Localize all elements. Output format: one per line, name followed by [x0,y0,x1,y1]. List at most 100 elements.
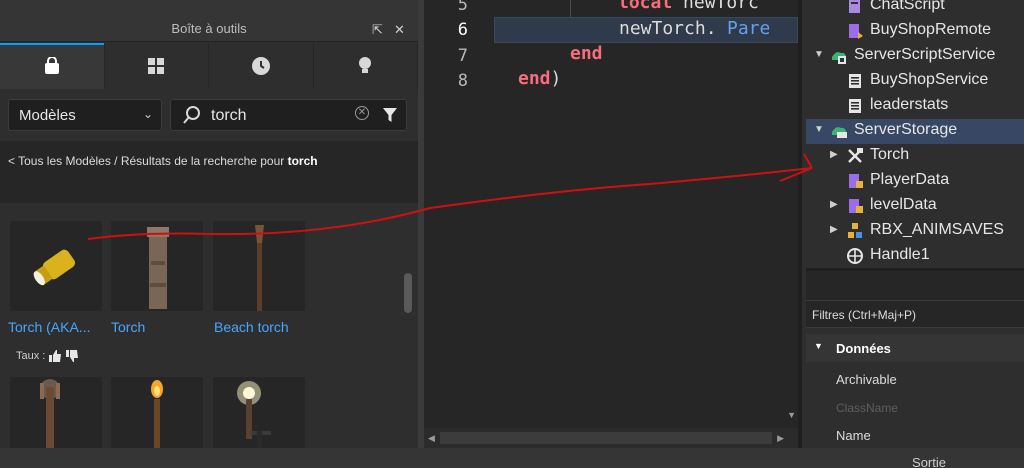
explorer-panel: ChatScript BuyShopRemote ▼ ServerScriptS… [798,0,1024,448]
code-line: end [570,43,798,69]
beach-torch-thumbnail [255,225,264,311]
results-grid: Torch (AKA... Torch Beach torch Taux : [0,203,418,448]
localscript-icon [849,0,860,13]
scroll-left-icon[interactable]: ◀ [428,433,435,444]
model-icon [848,223,862,238]
tree-node[interactable]: ▼ ServerScriptService [806,44,1024,69]
tree-node[interactable]: BuyShopRemote [806,19,1024,44]
result-tile[interactable] [10,377,102,448]
script-editor: 5 6 7 8 local newTorc newTorch. Pare end … [418,0,798,448]
tree-node[interactable]: ▶ levelData [806,194,1024,219]
tree-node-label: ServerStorage [854,121,958,138]
filter-icon[interactable] [383,107,397,123]
code-area[interactable]: local newTorc newTorch. Pare end end) [494,0,798,428]
tab-marketplace[interactable] [0,43,105,89]
explorer-tree: ChatScript BuyShopRemote ▼ ServerScriptS… [806,0,1024,268]
properties-header [806,268,1024,300]
category-dropdown[interactable]: Modèles ⌄ [8,99,162,131]
thumbs-down-icon[interactable] [65,349,79,363]
toolbox-header: Boîte à outils ⇱ ✕ [0,0,418,42]
property-name[interactable]: Archivable [836,372,897,387]
chevron-down-icon: ⌄ [142,107,153,121]
property-name[interactable]: ClassName [836,401,898,415]
tree-node[interactable]: ChatScript [806,0,1024,19]
tree-node-label: Handle1 [870,246,930,263]
tree-node[interactable]: BuyShopService [806,69,1024,94]
storage-icon [832,127,847,138]
tree-node-selected[interactable]: ▼ ServerStorage [806,119,1024,144]
studio-window: Boîte à outils ⇱ ✕ Modèles ⌄ torch ✕ < T… [0,0,1024,468]
clear-search-icon[interactable]: ✕ [355,106,369,120]
code-line: end) [518,68,798,94]
code-keyword: end [518,68,551,89]
code-text: newTorc [672,0,759,13]
grid-icon [148,58,165,74]
result-tile[interactable] [111,221,203,311]
current-line-highlight: newTorch. Pare [494,17,798,43]
tree-node[interactable]: ▶ RBX_ANIMSAVES [806,219,1024,244]
close-icon[interactable]: ✕ [394,22,405,38]
breadcrumb-query: torch [287,154,318,168]
code-keyword: end [570,43,603,64]
property-name[interactable]: Name [836,428,871,443]
tab-creations[interactable] [314,43,418,89]
rating-label: Taux : [16,349,46,362]
module-icon [849,174,863,188]
clock-icon [251,57,270,75]
tree-node[interactable]: leaderstats [806,94,1024,119]
toolbox-title: Boîte à outils [171,21,247,36]
results-scrollbar[interactable] [404,273,412,313]
expand-arrow-icon[interactable]: ▶ [830,199,838,210]
scrollbar-thumb[interactable] [440,432,772,444]
tree-node-label: ChatScript [870,0,945,13]
bag-icon [44,57,59,74]
script-icon [849,74,861,88]
code-line: local newTorc [618,0,798,18]
torch-thumbnail [40,379,60,448]
tree-node[interactable]: ▶ Torch [806,144,1024,169]
remote-event-icon [849,24,863,39]
result-tile[interactable] [213,377,305,448]
expand-arrow-icon[interactable]: ▶ [830,149,838,160]
search-input[interactable]: torch ✕ [170,99,407,131]
result-name[interactable]: Torch (AKA... [8,319,90,335]
tree-node-label: ServerScriptService [854,46,996,63]
tree-node[interactable]: Handle1 [806,244,1024,268]
category-dropdown-value: Modèles [19,107,76,124]
property-category-label: Données [836,341,891,356]
tree-node-label: BuyShopService [870,71,989,88]
scroll-down-icon[interactable]: ▼ [787,410,796,420]
tree-node[interactable]: PlayerData [806,169,1024,194]
thumbs-up-icon[interactable] [48,349,62,363]
rating: Taux : [16,349,79,363]
tab-recent[interactable] [209,43,314,89]
output-tab[interactable]: Sortie [912,455,946,468]
line-number: 8 [457,71,468,91]
code-keyword: local [618,0,673,13]
module-icon [849,199,863,213]
scroll-right-icon[interactable]: ▶ [777,433,784,444]
tab-inventory[interactable] [105,43,209,89]
result-tile[interactable] [213,221,305,311]
torch-thumbnail [151,380,163,448]
result-tile[interactable] [10,221,102,311]
result-name[interactable]: Torch [111,319,145,335]
tree-node-label: BuyShopRemote [870,21,991,38]
toolbox-panel: Boîte à outils ⇱ ✕ Modèles ⌄ torch ✕ < T… [0,0,418,448]
expand-arrow-icon[interactable]: ▶ [830,224,838,235]
tree-node-label: levelData [870,196,937,213]
property-category[interactable]: ▼ Données [806,334,1024,362]
part-icon [847,248,863,264]
breadcrumb-path[interactable]: < Tous les Modèles / Résultats de la rec… [8,154,288,168]
tool-icon [848,148,863,163]
collapse-arrow-icon[interactable]: ▼ [814,124,824,135]
undock-icon[interactable]: ⇱ [372,22,383,38]
properties-filter-input[interactable]: Filtres (Ctrl+Maj+P) [806,300,1024,328]
status-bar: Sortie [0,448,1024,468]
lightbulb-icon [359,57,372,73]
result-tile[interactable] [111,377,203,448]
result-name[interactable]: Beach torch [214,319,289,335]
horizontal-scrollbar[interactable]: ◀ ▶ [424,428,798,448]
collapse-arrow-icon[interactable]: ▼ [814,49,824,60]
line-number: 7 [457,46,468,66]
